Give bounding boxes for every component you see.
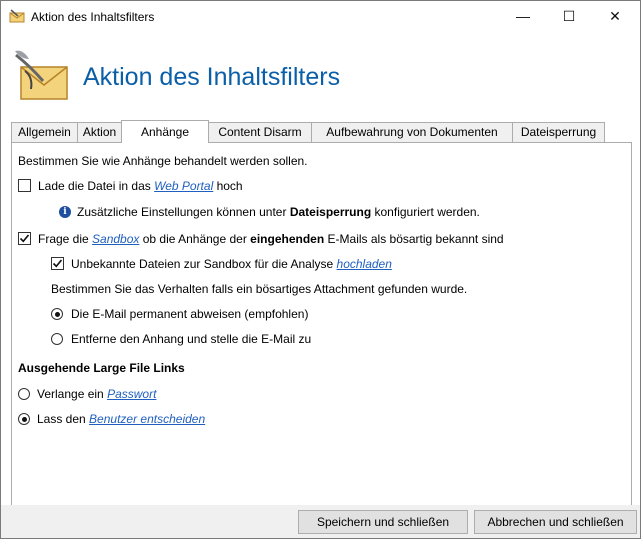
tab-label: Content Disarm	[218, 125, 302, 139]
page-title: Aktion des Inhaltsfilters	[83, 63, 341, 91]
maximize-button[interactable]: ☐	[546, 1, 592, 31]
sandbox-label: Frage die Sandbox ob die Anhänge der ein…	[38, 232, 504, 246]
intro-text: Bestimmen Sie wie Anhänge behandelt werd…	[18, 154, 308, 168]
outgoing-heading: Ausgehende Large File Links	[18, 361, 185, 375]
tab-panel-anhaenge: Bestimmen Sie wie Anhänge behandelt werd…	[11, 142, 632, 507]
tab-aufbewahrung[interactable]: Aufbewahrung von Dokumenten	[311, 122, 513, 142]
envelope-quill-icon	[13, 47, 71, 105]
tab-content-disarm[interactable]: Content Disarm	[208, 122, 312, 142]
user-decides-label: Lass den Benutzer entscheiden	[37, 412, 206, 426]
remove-attachment-label: Entferne den Anhang und stelle die E-Mai…	[71, 332, 312, 346]
close-button[interactable]: ✕	[592, 1, 638, 31]
webportal-checkbox[interactable]	[18, 179, 31, 192]
tab-dateisperrung[interactable]: Dateisperrung	[512, 122, 605, 142]
minimize-icon: —	[516, 8, 530, 24]
hochladen-link[interactable]: hochladen	[337, 257, 392, 271]
info-icon: i	[59, 206, 71, 218]
benutzer-entscheiden-link[interactable]: Benutzer entscheiden	[89, 412, 205, 426]
reject-label: Die E-Mail permanent abweisen (empfohlen…	[71, 307, 309, 321]
reject-radio[interactable]	[51, 308, 63, 320]
password-radio[interactable]	[18, 388, 30, 400]
upload-checkbox[interactable]	[51, 257, 64, 270]
window-title: Aktion des Inhaltsfilters	[31, 10, 155, 24]
tab-label: Anhänge	[140, 125, 190, 139]
tab-label: Dateisperrung	[520, 125, 597, 139]
dialog-window: Aktion des Inhaltsfilters — ☐ ✕ Aktion d…	[0, 0, 641, 539]
password-label: Verlange ein Passwort	[37, 387, 157, 401]
close-icon: ✕	[609, 7, 621, 24]
tab-label: Aktion	[82, 125, 117, 139]
maximize-icon: ☐	[562, 7, 576, 24]
envelope-quill-icon	[9, 9, 25, 23]
cancel-and-close-button[interactable]: Abbrechen und schließen	[474, 510, 637, 534]
dialog-footer: Speichern und schließen Abbrechen und sc…	[1, 505, 640, 538]
tab-label: Allgemein	[18, 125, 71, 139]
webportal-label: Lade die Datei in das Web Portal hoch	[38, 179, 243, 193]
tab-allgemein[interactable]: Allgemein	[11, 122, 78, 142]
minimize-button[interactable]: —	[500, 1, 546, 31]
save-and-close-button[interactable]: Speichern und schließen	[298, 510, 468, 534]
remove-attachment-radio[interactable]	[51, 333, 63, 345]
user-decides-radio[interactable]	[18, 413, 30, 425]
web-portal-link[interactable]: Web Portal	[154, 179, 213, 193]
passwort-link[interactable]: Passwort	[107, 387, 156, 401]
sandbox-checkbox[interactable]	[18, 232, 31, 245]
tab-aktion[interactable]: Aktion	[77, 122, 122, 142]
info-text: Zusätzliche Einstellungen können unter D…	[77, 205, 480, 219]
tab-label: Aufbewahrung von Dokumenten	[326, 125, 498, 139]
tab-anhaenge[interactable]: Anhänge	[121, 120, 209, 143]
dialog-header: Aktion des Inhaltsfilters	[1, 31, 640, 121]
upload-label: Unbekannte Dateien zur Sandbox für die A…	[71, 257, 392, 271]
sandbox-link[interactable]: Sandbox	[92, 232, 139, 246]
title-bar[interactable]: Aktion des Inhaltsfilters — ☐ ✕	[1, 1, 640, 31]
behavior-label: Bestimmen Sie das Verhalten falls ein bö…	[51, 282, 468, 296]
checkmark-icon	[52, 259, 63, 268]
checkmark-icon	[19, 234, 30, 243]
